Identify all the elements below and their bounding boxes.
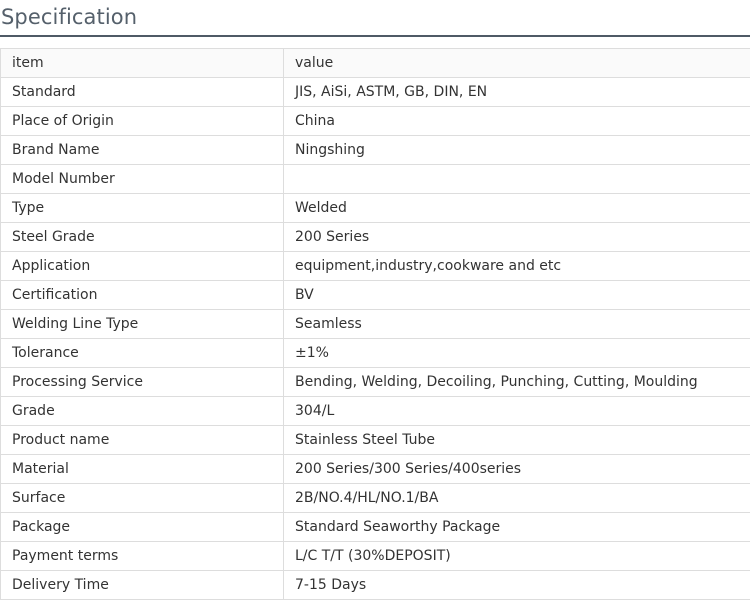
table-row: Package Standard Seaworthy Package <box>0 512 750 542</box>
specification-table-container: item value Standard JIS, AiSi, ASTM, GB, … <box>0 48 750 600</box>
row-value-cell: Welded <box>283 193 750 223</box>
specification-header: Specification <box>0 0 750 37</box>
row-value-cell: 304/L <box>283 396 750 426</box>
row-value-cell: China <box>283 106 750 136</box>
row-key-cell: Certification <box>0 280 284 310</box>
row-value-cell: Seamless <box>283 309 750 339</box>
table-row: Steel Grade 200 Series <box>0 222 750 252</box>
table-row: Tolerance ±1% <box>0 338 750 368</box>
table-row: Delivery Time 7-15 Days <box>0 570 750 600</box>
table-row: Grade 304/L <box>0 396 750 426</box>
row-value-cell: equipment,industry,cookware and etc <box>283 251 750 281</box>
row-key-cell: Welding Line Type <box>0 309 284 339</box>
table-row: Model Number <box>0 164 750 194</box>
table-row: Application equipment,industry,cookware a… <box>0 251 750 281</box>
row-key-cell: Standard <box>0 77 284 107</box>
row-key-cell: Material <box>0 454 284 484</box>
table-row: Brand Name Ningshing <box>0 135 750 165</box>
header-cell-item: item <box>0 48 284 78</box>
row-key-cell: Package <box>0 512 284 542</box>
row-value-cell <box>283 164 750 194</box>
row-value-cell: 7-15 Days <box>283 570 750 600</box>
table-row: Payment terms L/C T/T (30%DEPOSIT) <box>0 541 750 571</box>
row-key-cell: Grade <box>0 396 284 426</box>
row-value-cell: ±1% <box>283 338 750 368</box>
row-key-cell: Brand Name <box>0 135 284 165</box>
row-key-cell: Surface <box>0 483 284 513</box>
table-row: Type Welded <box>0 193 750 223</box>
row-key-cell: Payment terms <box>0 541 284 571</box>
row-value-cell: 200 Series/300 Series/400series <box>283 454 750 484</box>
table-row: Standard JIS, AiSi, ASTM, GB, DIN, EN <box>0 77 750 107</box>
row-value-cell: JIS, AiSi, ASTM, GB, DIN, EN <box>283 77 750 107</box>
row-key-cell: Steel Grade <box>0 222 284 252</box>
row-value-cell: Bending, Welding, Decoiling, Punching, C… <box>283 367 750 397</box>
row-key-cell: Tolerance <box>0 338 284 368</box>
section-title: Specification <box>1 5 138 29</box>
table-row: Product name Stainless Steel Tube <box>0 425 750 455</box>
row-value-cell: Standard Seaworthy Package <box>283 512 750 542</box>
table-row: Processing Service Bending, Welding, Deco… <box>0 367 750 397</box>
row-value-cell: BV <box>283 280 750 310</box>
table-row: Surface 2B/NO.4/HL/NO.1/BA <box>0 483 750 513</box>
row-value-cell: Stainless Steel Tube <box>283 425 750 455</box>
table-row: Certification BV <box>0 280 750 310</box>
row-value-cell: L/C T/T (30%DEPOSIT) <box>283 541 750 571</box>
row-key-cell: Model Number <box>0 164 284 194</box>
header-cell-value: value <box>283 48 750 78</box>
row-key-cell: Delivery Time <box>0 570 284 600</box>
table-row: Material 200 Series/300 Series/400series <box>0 454 750 484</box>
row-key-cell: Place of Origin <box>0 106 284 136</box>
row-key-cell: Processing Service <box>0 367 284 397</box>
table-row: Welding Line Type Seamless <box>0 309 750 339</box>
row-key-cell: Application <box>0 251 284 281</box>
table-row: Place of Origin China <box>0 106 750 136</box>
row-value-cell: 200 Series <box>283 222 750 252</box>
specification-table: item value Standard JIS, AiSi, ASTM, GB, … <box>0 48 750 600</box>
table-header-row: item value <box>0 48 750 78</box>
row-value-cell: Ningshing <box>283 135 750 165</box>
row-key-cell: Type <box>0 193 284 223</box>
row-value-cell: 2B/NO.4/HL/NO.1/BA <box>283 483 750 513</box>
row-key-cell: Product name <box>0 425 284 455</box>
